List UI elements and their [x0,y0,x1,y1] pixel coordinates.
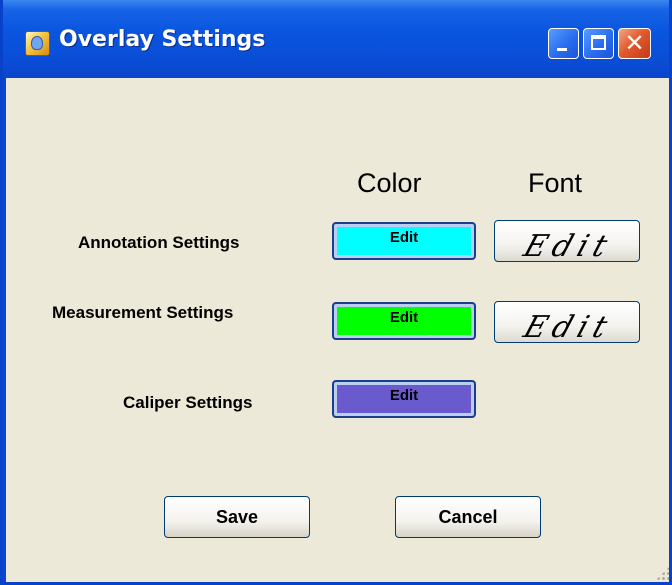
annotation-font-edit-button[interactable]: Edit [494,220,640,262]
dialog-content: Color Font Annotation Settings Edit Edit… [6,78,669,582]
minimize-button[interactable] [548,28,579,59]
close-icon: ✕ [624,29,645,57]
annotation-settings-label: Annotation Settings [78,233,240,252]
measurement-color-edit-button[interactable]: Edit [332,302,476,340]
color-column-header: Color [357,168,422,198]
measurement-settings-label: Measurement Settings [52,303,234,322]
title-bar[interactable]: Overlay Settings ✕ [3,0,669,78]
maximize-button[interactable] [583,28,614,59]
save-button[interactable]: Save [164,496,310,538]
annotation-color-edit-button[interactable]: Edit [332,222,476,260]
close-button[interactable]: ✕ [618,28,651,59]
font-column-header: Font [528,168,583,198]
window-title: Overlay Settings [59,27,266,52]
app-icon[interactable] [25,31,50,56]
resize-grip[interactable] [656,566,669,580]
overlay-settings-window: Overlay Settings ✕ Color Font Annotation… [0,0,672,585]
caliper-color-edit-button[interactable]: Edit [332,380,476,418]
caliper-settings-label: Caliper Settings [123,393,253,412]
measurement-font-edit-button[interactable]: Edit [494,301,640,343]
cancel-button[interactable]: Cancel [395,496,541,538]
annotation-font-edit-label: Edit [519,229,618,262]
measurement-font-edit-label: Edit [519,310,618,343]
